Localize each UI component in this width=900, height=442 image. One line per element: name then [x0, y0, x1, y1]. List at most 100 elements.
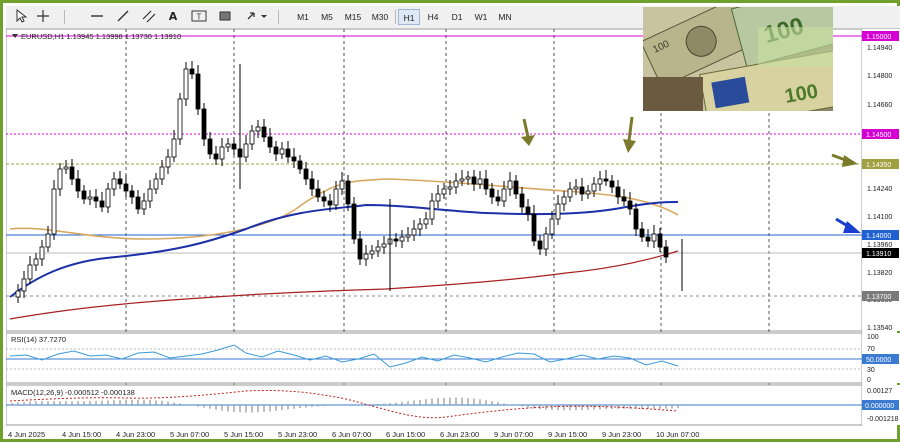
macd-label: MACD(12,26,9) -0.000512 -0.000138: [11, 388, 135, 397]
shapes-icon[interactable]: [216, 9, 234, 25]
time-axis: 4 Jun 2025 4 Jun 15:00 4 Jun 23:00 5 Jun…: [8, 430, 699, 439]
time-label: 4 Jun 15:00: [62, 430, 101, 439]
timeframe-m1[interactable]: M1: [292, 9, 314, 25]
candle-body: [639, 228, 645, 238]
candle-body: [285, 148, 291, 158]
candle-body: [357, 238, 363, 260]
candle-body: [303, 168, 309, 180]
candle-body: [351, 203, 357, 240]
candle-body: [621, 196, 627, 202]
candle-body: [597, 178, 603, 185]
candle-body: [21, 278, 27, 292]
candle-body: [93, 196, 99, 202]
candle-body: [273, 146, 279, 155]
candle-body: [585, 190, 591, 195]
price-tick: 1.14940: [867, 45, 892, 52]
macd-tick: -0.001218: [867, 416, 899, 423]
timeframe-w1[interactable]: W1: [470, 9, 492, 25]
candle-body: [297, 160, 303, 170]
horizontal-line-icon[interactable]: [88, 9, 106, 25]
candle-body: [459, 178, 465, 182]
chart-header-text: EURUSD,H1 1.13945 1.13998 1.13730 1.1391…: [21, 32, 181, 41]
candle-body: [309, 178, 315, 190]
candle-body: [399, 236, 405, 242]
price-marker-label: 1.15000: [866, 34, 891, 41]
timeframe-m5[interactable]: M5: [316, 9, 338, 25]
candle-body: [627, 200, 633, 210]
candle-body: [537, 240, 543, 250]
candle-body: [81, 190, 87, 200]
candle-body: [147, 188, 153, 202]
price-marker-label: 1.14350: [866, 162, 891, 169]
banknotes-image: 100 100 100: [643, 7, 833, 111]
candle-body: [27, 264, 33, 280]
time-label: 6 Jun 23:00: [440, 430, 479, 439]
candle-body: [339, 180, 345, 190]
candle-body: [99, 200, 105, 208]
timeframe-m15[interactable]: M15: [340, 9, 366, 25]
candle-body: [69, 166, 75, 180]
candle-body: [39, 246, 45, 260]
candle-body: [207, 138, 213, 155]
candle-body: [141, 200, 147, 210]
candle-body: [135, 196, 141, 210]
candle-body: [195, 73, 201, 110]
price-tick: 1.14100: [867, 214, 892, 221]
candle-body: [51, 188, 57, 235]
candle-body: [105, 188, 111, 208]
candle-body: [327, 200, 333, 206]
rsi-label: RSI(14) 37.7270: [11, 335, 66, 344]
candle-body: [381, 243, 387, 248]
text-icon[interactable]: A: [164, 9, 182, 25]
candle-body: [123, 183, 129, 192]
price-marker-label: 1.14500: [866, 132, 891, 139]
price-tick: 1.14800: [867, 73, 892, 80]
timeframe-h1[interactable]: H1: [398, 9, 420, 25]
cursor-icon[interactable]: [12, 8, 30, 25]
candle-body: [651, 233, 657, 242]
candle-body: [561, 196, 567, 205]
time-label: 10 Jun 07:00: [656, 430, 699, 439]
candle-body: [579, 186, 585, 195]
candle-body: [171, 138, 177, 158]
candle-body: [525, 206, 531, 215]
time-label: 9 Jun 15:00: [548, 430, 587, 439]
candle-body: [321, 196, 327, 202]
timeframe-m30[interactable]: M30: [367, 9, 393, 25]
candle-body: [111, 178, 117, 190]
candle-body: [165, 156, 171, 168]
candle-body: [555, 203, 561, 220]
candle-body: [225, 143, 231, 148]
candle-body: [279, 148, 285, 155]
timeframe-h4[interactable]: H4: [422, 9, 444, 25]
timeframe-mn[interactable]: MN: [494, 9, 516, 25]
candle-body: [261, 126, 267, 138]
candle-body: [609, 180, 615, 188]
candle-body: [363, 253, 369, 260]
candle-body: [159, 166, 165, 180]
candle-body: [471, 176, 477, 185]
candle-body: [657, 233, 663, 248]
time-label: 5 Jun 07:00: [170, 430, 209, 439]
candle-body: [429, 200, 435, 220]
candle-body: [243, 143, 249, 158]
chart-window: A T M1 M5 M15 M30 H1 H4 D1 W1 MN EURUSD,…: [0, 0, 900, 442]
timeframe-d1[interactable]: D1: [446, 9, 468, 25]
rsi-tick: 0: [867, 377, 871, 384]
time-label: 5 Jun 15:00: [224, 430, 263, 439]
arrows-icon[interactable]: [242, 9, 272, 25]
candle-body: [75, 178, 81, 192]
price-tick: 1.14660: [867, 102, 892, 109]
candle-body: [177, 98, 183, 140]
candle-body: [489, 188, 495, 198]
chart-header: EURUSD,H1 1.13945 1.13998 1.13730 1.1391…: [12, 32, 181, 41]
crosshair-icon[interactable]: [34, 9, 52, 25]
price-tick: 1.13960: [867, 242, 892, 249]
text-label-icon[interactable]: T: [188, 9, 210, 25]
candle-body: [291, 156, 297, 162]
equidistant-channel-icon[interactable]: [140, 9, 158, 25]
candle-body: [531, 213, 537, 242]
price-scale[interactable]: 1.14940 1.14800 1.14660 1.14240 1.14100 …: [862, 29, 900, 332]
trendline-icon[interactable]: [114, 9, 132, 25]
candle-body: [45, 233, 51, 248]
